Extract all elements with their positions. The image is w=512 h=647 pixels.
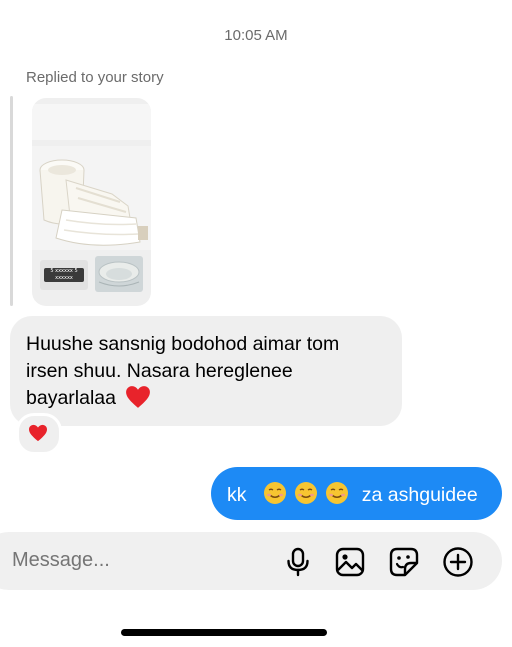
story-thumbnail-1: 5 xxxxxx 5 xxxxxx [40, 260, 88, 290]
story-header-bar [32, 104, 151, 140]
plus-circle-icon [443, 547, 473, 577]
story-product-image [32, 146, 151, 250]
message-line-3-text: bayarlalaa [26, 387, 116, 409]
heart-emoji-icon [126, 386, 151, 408]
rope-baskets-image [39, 159, 148, 246]
message-line-2: irsen shuu. Nasara hereglenee [26, 360, 293, 382]
message-prefix: kk [227, 484, 247, 506]
smiling-emoji-icon [264, 482, 287, 504]
message-suffix: za ashguidee [361, 484, 478, 506]
add-button[interactable] [442, 546, 474, 578]
heart-reaction-icon [29, 424, 47, 442]
smiling-emoji-icon [295, 482, 318, 504]
message-input[interactable] [10, 548, 254, 573]
home-indicator [121, 629, 327, 636]
gallery-button[interactable] [334, 546, 366, 578]
outgoing-message-text: kk za ashguidee [227, 481, 478, 507]
message-composer [0, 532, 502, 590]
sticker-icon [389, 547, 419, 577]
outgoing-message-bubble[interactable]: kk za ashguidee [211, 467, 502, 520]
message-line-3: bayarlalaa [26, 385, 398, 412]
story-preview[interactable]: 5 xxxxxx 5 xxxxxx [32, 98, 151, 306]
gallery-icon [335, 547, 365, 577]
message-line-1: Huushe sansnig bodohod aimar tom [26, 333, 340, 355]
incoming-message-text: Huushe sansnig bodohod aimar tom irsen s… [26, 331, 398, 412]
message-reaction[interactable] [16, 413, 62, 455]
sticker-button[interactable] [388, 546, 420, 578]
smiling-emoji-icon [326, 482, 349, 504]
story-reply-header: Replied to your story [26, 69, 164, 86]
thumbnail-baskets-image [98, 261, 140, 287]
incoming-message-bubble[interactable]: Huushe sansnig bodohod aimar tom irsen s… [10, 316, 402, 426]
microphone-button[interactable] [282, 546, 314, 578]
story-thumbnail-2 [95, 256, 143, 292]
thumbnail-caption: 5 xxxxxx 5 xxxxxx [44, 268, 84, 282]
message-timestamp: 10:05 AM [224, 27, 288, 44]
microphone-icon [287, 547, 309, 577]
reply-indicator-line [10, 96, 13, 306]
